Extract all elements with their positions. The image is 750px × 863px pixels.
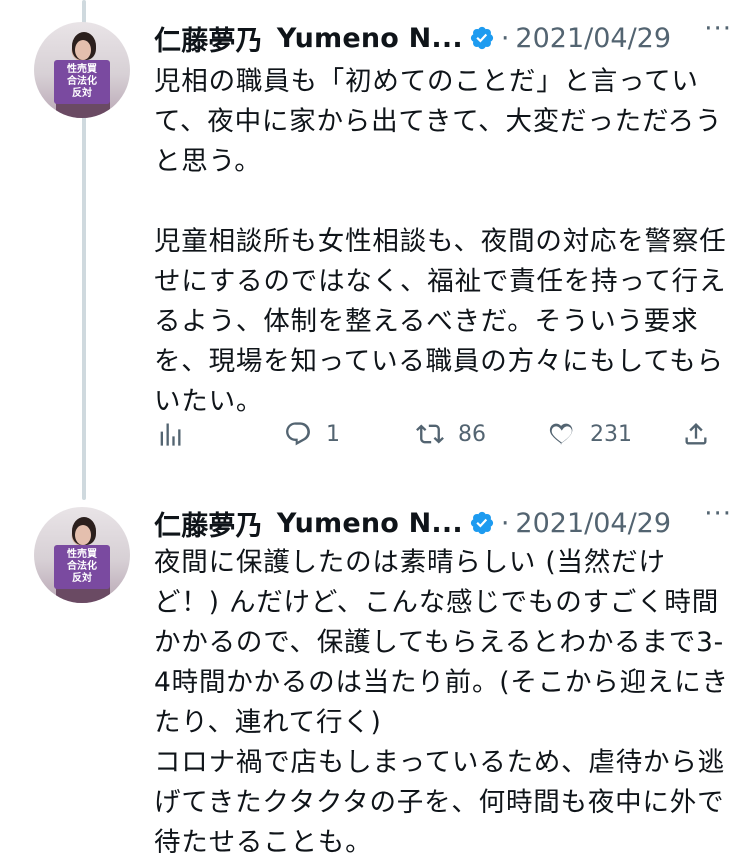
retweet-button[interactable]: 86 (416, 414, 486, 454)
verified-badge-icon (470, 26, 493, 50)
views-button[interactable] (156, 414, 184, 454)
tweet-text: 夜間に保護したのは素晴らしい (当然だけど！) んだけど、こんな感じでものすごく… (154, 547, 729, 858)
avatar[interactable]: 性売買 合法化 反対 (34, 22, 130, 118)
username[interactable]: Yumeno N... (277, 508, 463, 539)
verified-badge-icon (470, 511, 493, 535)
tweet-header: 仁藤夢乃 Yumeno N... · 2021/04/29 (154, 503, 744, 543)
share-icon (685, 423, 707, 445)
tweet-text: 児相の職員も「初めてのことだ」と言っていて、夜中に家から出てきて、大変だっただろ… (154, 66, 727, 417)
like-button[interactable]: 231 (548, 414, 632, 454)
avatar-sign: 性売買 合法化 反対 (54, 545, 110, 589)
tweet-date[interactable]: 2021/04/29 (515, 23, 671, 54)
retweet-count: 86 (458, 421, 486, 447)
more-options-icon[interactable]: ··· (704, 14, 732, 44)
reply-icon (286, 422, 310, 446)
tweet-actions: 1 86 231 (154, 414, 724, 454)
display-name[interactable]: 仁藤夢乃 (154, 504, 263, 543)
reply-count: 1 (326, 421, 340, 447)
avatar-sign: 性売買 合法化 反対 (54, 60, 110, 104)
separator-dot: · (500, 22, 510, 54)
analytics-icon (160, 423, 181, 446)
tweet-header: 仁藤夢乃 Yumeno N... · 2021/04/29 (154, 18, 744, 58)
tweet-date[interactable]: 2021/04/29 (515, 508, 671, 539)
avatar[interactable]: 性売買 合法化 反対 (34, 507, 130, 603)
more-options-icon[interactable]: ··· (704, 499, 732, 529)
share-button[interactable] (682, 414, 710, 454)
heart-icon (549, 423, 573, 445)
username[interactable]: Yumeno N... (277, 23, 463, 54)
display-name[interactable]: 仁藤夢乃 (154, 19, 263, 58)
like-count: 231 (590, 421, 632, 447)
separator-dot: · (500, 507, 510, 539)
retweet-icon (416, 424, 444, 444)
reply-button[interactable]: 1 (284, 414, 340, 454)
